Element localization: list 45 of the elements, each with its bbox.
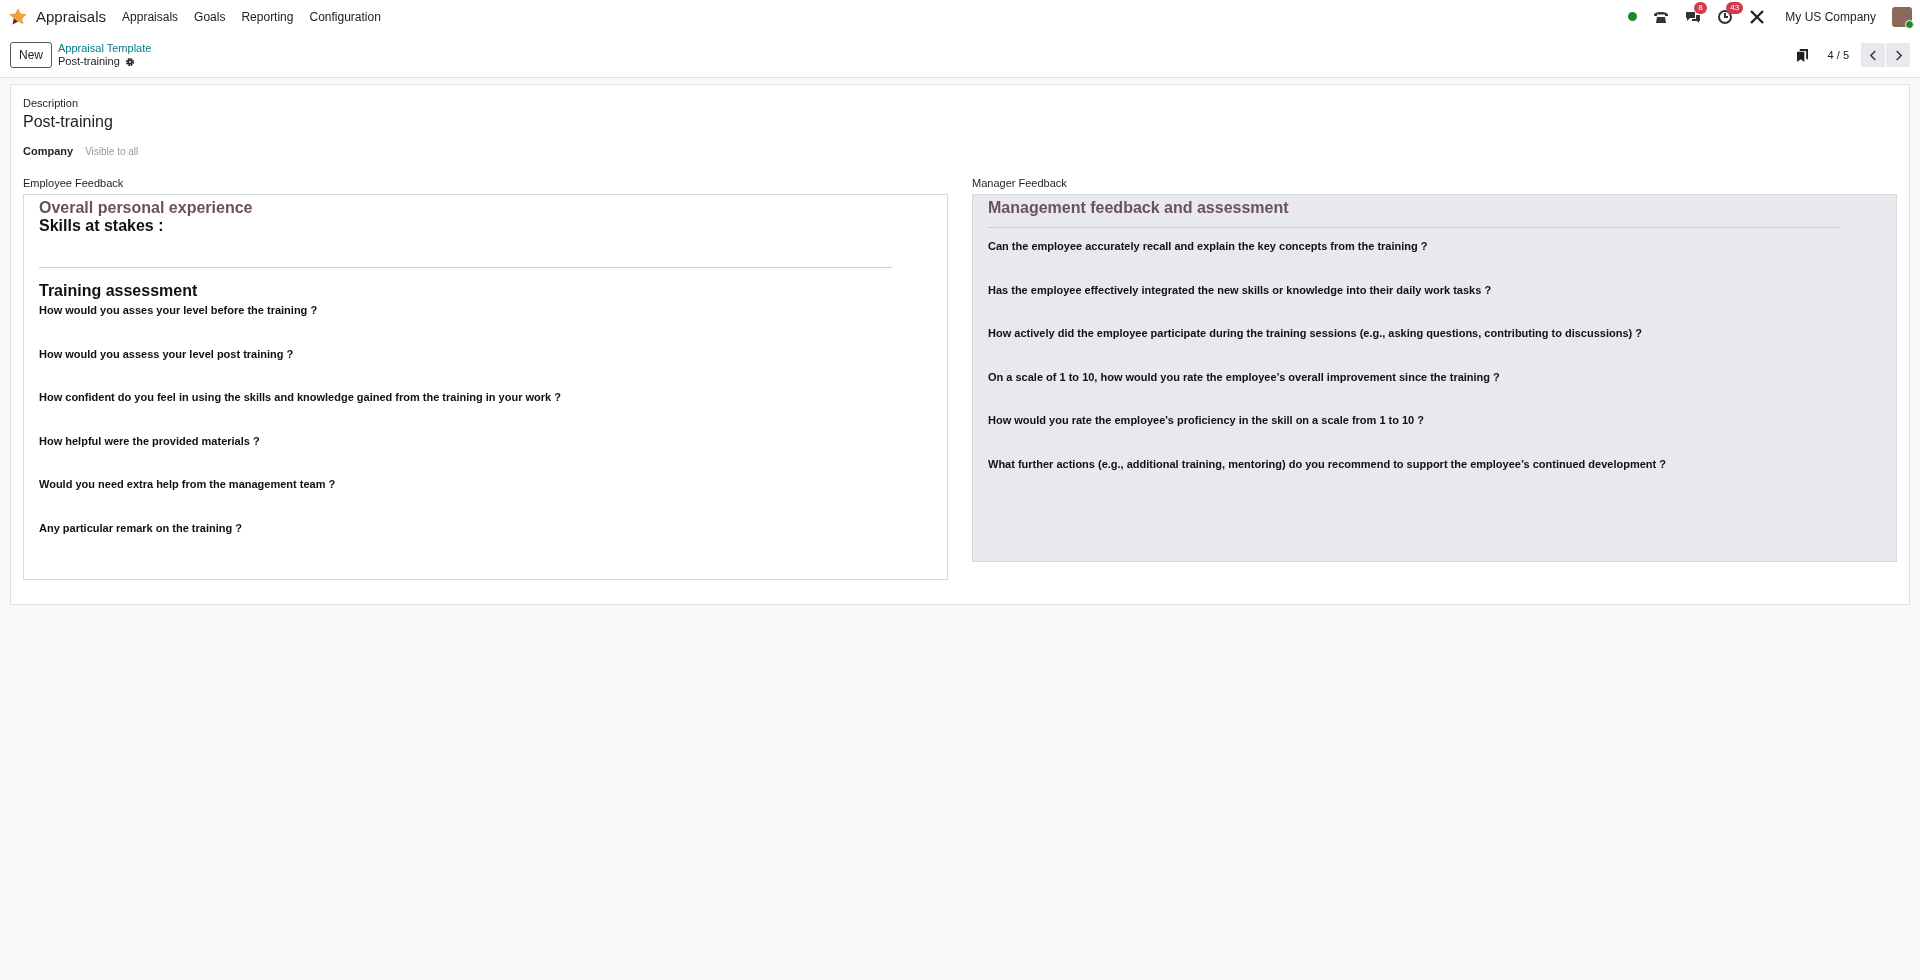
pager-value: 4 / 5 [1827, 49, 1849, 61]
clock-icon[interactable] [1717, 8, 1734, 25]
record-name: Post-training [58, 55, 120, 68]
section-heading: Training assessment [39, 282, 199, 300]
settings-icon[interactable] [124, 56, 135, 67]
section-heading: Management feedback and assessment [988, 199, 1290, 217]
field-label: Manager Feedback [972, 177, 1068, 189]
previous-button[interactable] [1861, 43, 1885, 67]
question-text: On a scale of 1 to 10, how would you rate the employee’s overall improvement since the training ? [988, 370, 1501, 385]
manager-feedback-editor[interactable] [972, 194, 1897, 562]
question-text: How would you asses your level before the training ? [39, 304, 319, 318]
question-text: Would you need extra help from the management team ? [39, 478, 337, 492]
notification-count: 8 [1694, 1, 1707, 14]
bookmark-icon[interactable] [1796, 48, 1808, 62]
app-name[interactable]: Appraisals [36, 8, 107, 25]
question-text: Has the employee effectively integrated the new skills or knowledge into their daily work tasks ? [988, 283, 1493, 298]
new-button[interactable]: New [10, 42, 52, 68]
chevron-left-icon [1868, 49, 1878, 61]
field-label: Company [23, 145, 74, 157]
question-text: Any particular remark on the training ? [39, 521, 243, 536]
field-label: Description [23, 97, 80, 109]
company-switcher[interactable]: My US Company [1785, 9, 1876, 24]
online-status-icon [1628, 12, 1638, 21]
section-heading: Overall personal experience [39, 199, 254, 217]
question-text: How would you rate the employee's proficiency in the skill on a scale from 1 to 10 ? [988, 414, 1425, 428]
menu-item[interactable]: Appraisals [122, 9, 179, 24]
field-label: Employee Feedback [23, 177, 125, 189]
question-text: How confident do you feel in using the skills and knowledge gained from the training in your work ? [39, 391, 562, 405]
question-text: What further actions (e.g., additional training, mentoring) do you recommend to support the employee’s continued development ? [988, 457, 1667, 472]
employee-feedback-editor[interactable] [23, 194, 948, 580]
question-text: How would you assess your level post training ? [39, 347, 295, 362]
question-text: How actively did the employee participate during the training sessions (e.g., asking questions, contributing to discussions) ? [988, 327, 1643, 341]
notification-count: 43 [1726, 1, 1744, 14]
user-avatar[interactable] [1892, 6, 1912, 27]
description-field[interactable]: Post-training [23, 113, 1897, 131]
section-heading: Skills at stakes : [39, 217, 165, 235]
star-logo-icon[interactable] [8, 6, 28, 27]
question-text: Can the employee accurately recall and explain the key concepts from the training ? [988, 240, 1429, 254]
menu-item[interactable]: Reporting [241, 9, 294, 24]
next-button[interactable] [1886, 43, 1910, 67]
question-text: How helpful were the provided materials ? [39, 434, 261, 449]
chevron-right-icon [1893, 49, 1903, 61]
menu-item[interactable]: Goals [194, 9, 226, 24]
menu-item[interactable]: Configuration [309, 9, 381, 24]
breadcrumb-link[interactable]: Appraisal Template [58, 42, 152, 55]
